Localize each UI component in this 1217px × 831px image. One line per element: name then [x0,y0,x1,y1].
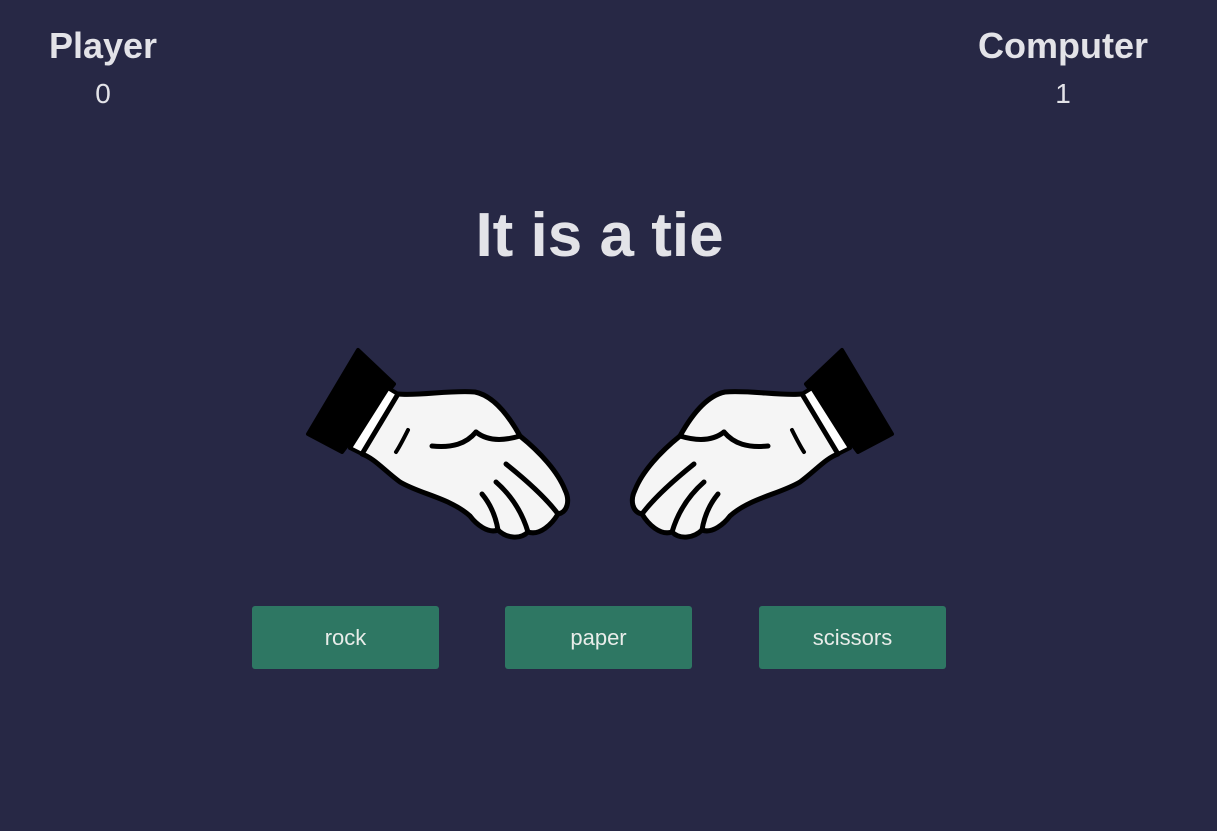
result-message: It is a tie [475,201,724,270]
right-hand-icon [629,348,894,540]
left-hand-icon [306,348,571,540]
paper-button[interactable]: paper [505,606,692,669]
player-label: Player [48,25,158,66]
scoreboard: Player 0 Computer 1 [0,0,1217,130]
scissors-button[interactable]: scissors [759,606,946,669]
player-score-panel: Player 0 [3,26,203,110]
handshake-icon [300,340,900,550]
choice-buttons: rock paper scissors [0,606,1217,669]
rock-button[interactable]: rock [252,606,439,669]
computer-score: 1 [1055,78,1071,109]
computer-label: Computer [978,25,1148,66]
player-score: 0 [95,78,111,109]
computer-score-panel: Computer 1 [963,26,1163,110]
